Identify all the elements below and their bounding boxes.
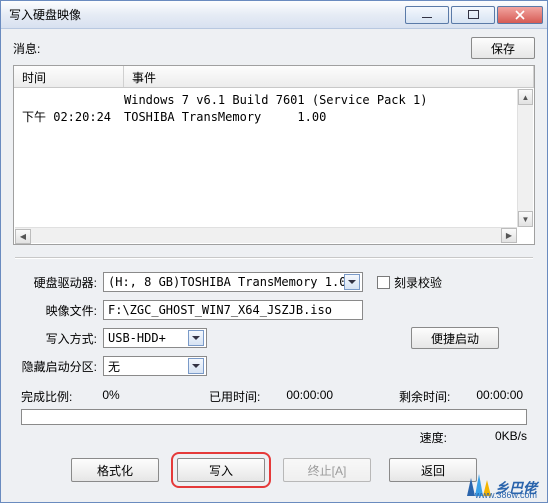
abort-button: 终止[A] bbox=[283, 458, 371, 482]
hidden-value: 无 bbox=[108, 358, 188, 375]
close-icon bbox=[515, 10, 525, 20]
verify-label: 刻录校验 bbox=[394, 274, 442, 291]
watermark: 乡巴佬 www.386w.com bbox=[465, 472, 537, 498]
format-button[interactable]: 格式化 bbox=[71, 458, 159, 482]
vertical-scrollbar[interactable]: ▲ ▼ bbox=[517, 89, 533, 227]
window-title: 写入硬盘映像 bbox=[5, 6, 403, 23]
hidden-label: 隐藏启动分区: bbox=[21, 358, 103, 375]
done-value: 0% bbox=[102, 388, 119, 405]
scroll-down-icon[interactable]: ▼ bbox=[518, 211, 533, 227]
progress-area bbox=[21, 409, 527, 425]
log-table: 时间 事件 Windows 7 v6.1 Build 7601 (Service… bbox=[13, 65, 535, 245]
table-row: 下午 02:20:24 TOSHIBA TransMemory 1.00 bbox=[22, 109, 526, 126]
drive-select[interactable]: (H:, 8 GB)TOSHIBA TransMemory 1.00 bbox=[103, 272, 363, 292]
brand-url: www.386w.com bbox=[475, 490, 537, 500]
stats-row: 完成比例: 0% 已用时间: 00:00:00 剩余时间: 00:00:00 bbox=[21, 388, 527, 405]
write-mode-select[interactable]: USB-HDD+ bbox=[103, 328, 207, 348]
quick-boot-button[interactable]: 便捷启动 bbox=[411, 327, 499, 349]
chevron-down-icon[interactable] bbox=[344, 274, 360, 290]
verify-checkbox[interactable]: 刻录校验 bbox=[377, 274, 442, 291]
save-button[interactable]: 保存 bbox=[471, 37, 535, 59]
drive-value: (H:, 8 GB)TOSHIBA TransMemory 1.00 bbox=[108, 275, 344, 289]
scroll-up-icon[interactable]: ▲ bbox=[518, 89, 533, 105]
divider bbox=[15, 257, 533, 258]
image-label: 映像文件: bbox=[21, 302, 103, 319]
image-path-input[interactable] bbox=[103, 300, 363, 320]
elapsed-value: 00:00:00 bbox=[286, 388, 333, 405]
message-label: 消息: bbox=[13, 40, 471, 57]
mode-label: 写入方式: bbox=[21, 330, 103, 347]
col-event[interactable]: 事件 bbox=[124, 66, 534, 87]
dialog-window: 写入硬盘映像 消息: 保存 时间 事件 Windows 7 v6.1 Build… bbox=[0, 0, 548, 503]
speed-label: 速度: bbox=[420, 429, 447, 446]
cell-event: TOSHIBA TransMemory 1.00 bbox=[124, 109, 526, 126]
mode-value: USB-HDD+ bbox=[108, 331, 188, 345]
remain-label: 剩余时间: bbox=[399, 388, 450, 405]
table-row: Windows 7 v6.1 Build 7601 (Service Pack … bbox=[22, 92, 526, 109]
scroll-right-icon[interactable]: ▶ bbox=[501, 228, 517, 243]
speed-value: 0KB/s bbox=[477, 429, 527, 446]
maximize-button[interactable] bbox=[451, 6, 495, 24]
scroll-left-icon[interactable]: ◀ bbox=[15, 229, 31, 244]
elapsed-label: 已用时间: bbox=[209, 388, 260, 405]
minimize-button[interactable] bbox=[405, 6, 449, 24]
horizontal-scrollbar[interactable]: ◀ ▶ bbox=[15, 227, 517, 243]
col-time[interactable]: 时间 bbox=[14, 66, 124, 87]
remain-value: 00:00:00 bbox=[476, 388, 523, 405]
content-area: 消息: 保存 时间 事件 Windows 7 v6.1 Build 7601 (… bbox=[1, 29, 547, 492]
hidden-partition-select[interactable]: 无 bbox=[103, 356, 207, 376]
done-label: 完成比例: bbox=[21, 388, 72, 405]
chevron-down-icon[interactable] bbox=[188, 330, 204, 346]
table-body: Windows 7 v6.1 Build 7601 (Service Pack … bbox=[14, 88, 534, 244]
write-button[interactable]: 写入 bbox=[177, 458, 265, 482]
cell-event: Windows 7 v6.1 Build 7601 (Service Pack … bbox=[124, 92, 526, 109]
drive-label: 硬盘驱动器: bbox=[21, 274, 103, 291]
cell-time: 下午 02:20:24 bbox=[22, 109, 124, 126]
close-button[interactable] bbox=[497, 6, 543, 24]
return-button[interactable]: 返回 bbox=[389, 458, 477, 482]
titlebar: 写入硬盘映像 bbox=[1, 1, 547, 29]
cell-time bbox=[22, 92, 124, 109]
action-buttons: 格式化 写入 终止[A] 返回 bbox=[13, 458, 535, 482]
progress-bar bbox=[21, 409, 527, 425]
checkbox-box bbox=[377, 276, 390, 289]
form-area: 硬盘驱动器: (H:, 8 GB)TOSHIBA TransMemory 1.0… bbox=[21, 268, 527, 380]
chevron-down-icon[interactable] bbox=[188, 358, 204, 374]
table-header: 时间 事件 bbox=[14, 66, 534, 88]
